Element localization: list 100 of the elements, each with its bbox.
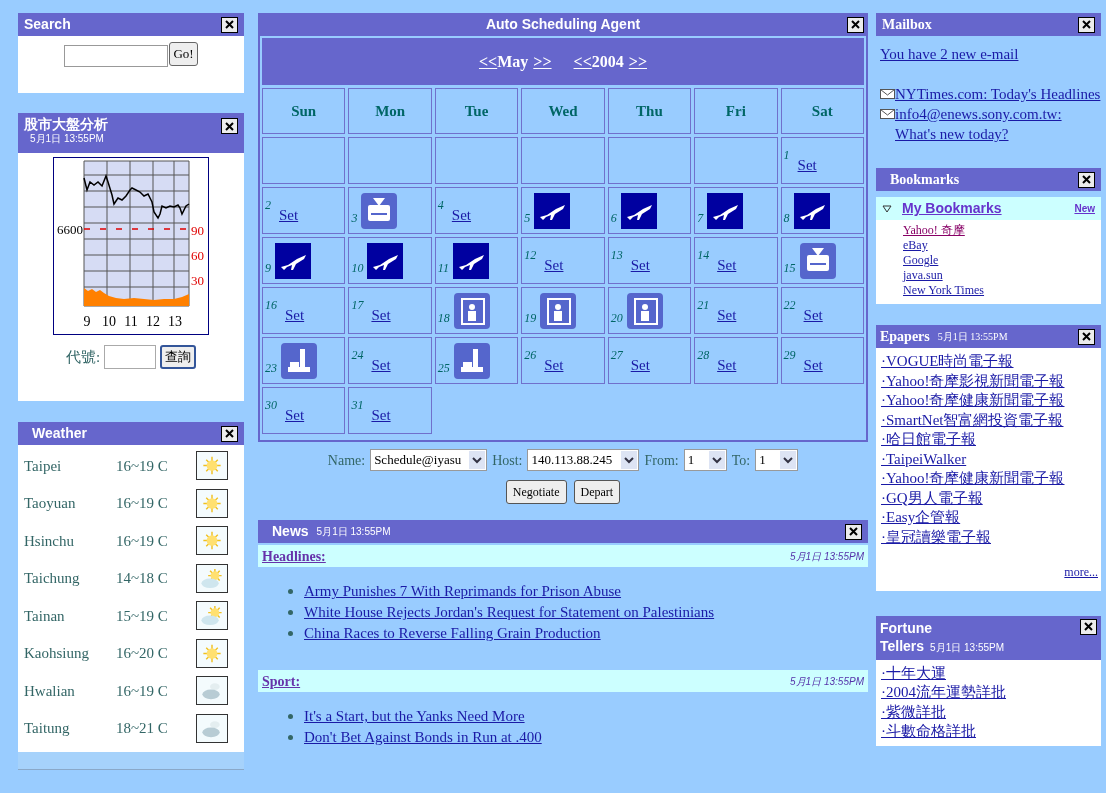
close-button[interactable] (847, 16, 864, 33)
query-button[interactable]: 查詢 (160, 345, 197, 369)
airplane-icon[interactable] (452, 242, 489, 279)
set-link[interactable]: Set (544, 254, 564, 277)
dropdown[interactable]: 140.113.88.245 (527, 449, 640, 471)
fortune-link[interactable]: ·2004流年運勢詳批 (881, 683, 1006, 703)
collapse-triangle-icon[interactable] (882, 204, 892, 213)
airplane-icon[interactable] (534, 192, 571, 229)
mail-link[interactable]: NYTimes.com: Today's Headlines (895, 84, 1101, 104)
folder-row[interactable]: My Bookmarks New (876, 197, 1101, 220)
section-link[interactable]: Headlines: (262, 545, 326, 567)
set-link[interactable]: Set (797, 154, 817, 177)
set-link[interactable]: Set (371, 404, 391, 427)
headline-link[interactable]: Don't Bet Against Bonds in Run at .400 (304, 726, 542, 749)
epaper-link[interactable]: ·SmartNet智富網投資電子報 (881, 410, 1064, 430)
go-button[interactable]: Go! (169, 42, 198, 66)
close-icon[interactable] (1082, 175, 1091, 184)
portrait-icon[interactable] (626, 292, 663, 329)
portrait-icon[interactable] (540, 292, 577, 329)
epaper-link[interactable]: ·Yahoo!奇摩健康新聞電子報 (881, 469, 1065, 489)
prev-link[interactable]: << (573, 49, 592, 74)
airplane-icon[interactable] (793, 192, 830, 229)
headline-link[interactable]: It's a Start, but the Yanks Need More (304, 705, 525, 728)
epaper-link[interactable]: ·皇冠讀樂電子報 (881, 527, 991, 547)
desk-icon[interactable] (281, 342, 317, 379)
close-icon[interactable] (1082, 332, 1091, 341)
portrait-icon[interactable] (453, 292, 490, 329)
bookmark-link[interactable]: java.sun (903, 268, 943, 283)
timestamp: 5月1日 13:55PM (790, 549, 864, 564)
more-link[interactable]: more... (1064, 563, 1098, 583)
set-link[interactable]: Set (717, 354, 737, 377)
dropdown[interactable]: 1 (683, 449, 727, 471)
new-link[interactable]: New (1074, 201, 1095, 216)
set-link[interactable]: Set (279, 204, 299, 227)
airplane-icon[interactable] (367, 242, 404, 279)
fortune-link[interactable]: ·十年大運 (881, 663, 946, 683)
desk-icon[interactable] (453, 342, 490, 379)
headline-link[interactable]: Army Punishes 7 With Reprimands for Prison Abuse (304, 580, 622, 603)
dropdown[interactable]: Schedule@iyasu (370, 449, 488, 471)
set-link[interactable]: Set (285, 304, 305, 327)
form-button[interactable]: Depart (573, 480, 621, 504)
airplane-icon[interactable] (707, 192, 744, 229)
close-icon[interactable] (1082, 20, 1091, 29)
headline-link[interactable]: White House Rejects Jordan's Request for Statement on Palestinians (304, 601, 715, 624)
set-link[interactable]: Set (544, 354, 564, 377)
epaper-link[interactable]: ·哈日館電子報 (881, 430, 976, 450)
panel-title: Epapers (880, 328, 930, 346)
axis-label: 12 (146, 314, 160, 329)
stock-code-field[interactable] (104, 345, 157, 369)
epaper-link[interactable]: ·Easy企管報 (881, 508, 961, 528)
close-button[interactable] (845, 523, 862, 540)
close-icon[interactable] (849, 527, 858, 536)
prev-link[interactable]: << (478, 49, 498, 74)
airplane-icon[interactable] (620, 192, 657, 229)
search-field[interactable] (64, 45, 169, 67)
close-button[interactable] (1078, 171, 1095, 188)
close-button[interactable] (1078, 328, 1095, 345)
epaper-link[interactable]: ·GQ男人電子報 (881, 488, 983, 508)
set-link[interactable]: Set (717, 254, 737, 277)
close-button[interactable] (1080, 618, 1097, 635)
fax-machine-icon[interactable] (361, 192, 398, 229)
dropdown[interactable]: 1 (755, 449, 799, 471)
close-icon[interactable] (851, 20, 860, 29)
close-button[interactable] (221, 118, 238, 134)
set-link[interactable]: Set (630, 254, 650, 277)
bookmark-link[interactable]: Yahoo! 奇摩 (903, 223, 965, 238)
set-link[interactable]: Set (371, 354, 391, 377)
close-icon[interactable] (225, 429, 234, 438)
close-button[interactable] (1078, 16, 1095, 33)
set-link[interactable]: Set (451, 204, 471, 227)
epaper-link[interactable]: ·TaipeiWalker (881, 449, 967, 469)
next-link[interactable]: >> (533, 49, 552, 74)
airplane-icon[interactable] (275, 242, 311, 279)
mail-link[interactable]: info4@enews.sony.com.tw: What's new today? (895, 104, 1101, 144)
set-link[interactable]: Set (285, 404, 305, 427)
fax-machine-icon[interactable] (799, 242, 836, 279)
folder-link[interactable]: My Bookmarks (902, 198, 1002, 219)
fortune-link[interactable]: ·紫微詳批 (881, 702, 946, 722)
close-icon[interactable] (225, 20, 234, 29)
set-link[interactable]: Set (717, 304, 737, 327)
close-icon[interactable] (225, 121, 234, 131)
set-link[interactable]: Set (630, 354, 650, 377)
section-link[interactable]: Sport: (262, 670, 301, 692)
headline-link[interactable]: China Races to Reverse Falling Grain Production (304, 622, 601, 645)
close-button[interactable] (221, 425, 238, 442)
fortune-link[interactable]: ·斗數命格詳批 (881, 722, 976, 742)
bookmark-link[interactable]: Google (903, 253, 939, 268)
mail-summary-link[interactable]: You have 2 new e-mail (880, 44, 1101, 64)
bookmark-link[interactable]: New York Times (903, 283, 985, 298)
epaper-link[interactable]: ·Yahoo!奇摩影視新聞電子報 (881, 371, 1065, 391)
form-button[interactable]: Negotiate (505, 480, 567, 504)
epaper-link[interactable]: ·VOGUE時尚電子報 (881, 352, 1014, 372)
epaper-link[interactable]: ·Yahoo!奇摩健康新聞電子報 (881, 391, 1065, 411)
set-link[interactable]: Set (803, 354, 823, 377)
bookmark-link[interactable]: eBay (903, 238, 928, 253)
close-icon[interactable] (1084, 622, 1093, 631)
close-button[interactable] (221, 16, 238, 33)
set-link[interactable]: Set (803, 304, 823, 327)
next-link[interactable]: >> (628, 49, 647, 74)
set-link[interactable]: Set (371, 304, 391, 327)
